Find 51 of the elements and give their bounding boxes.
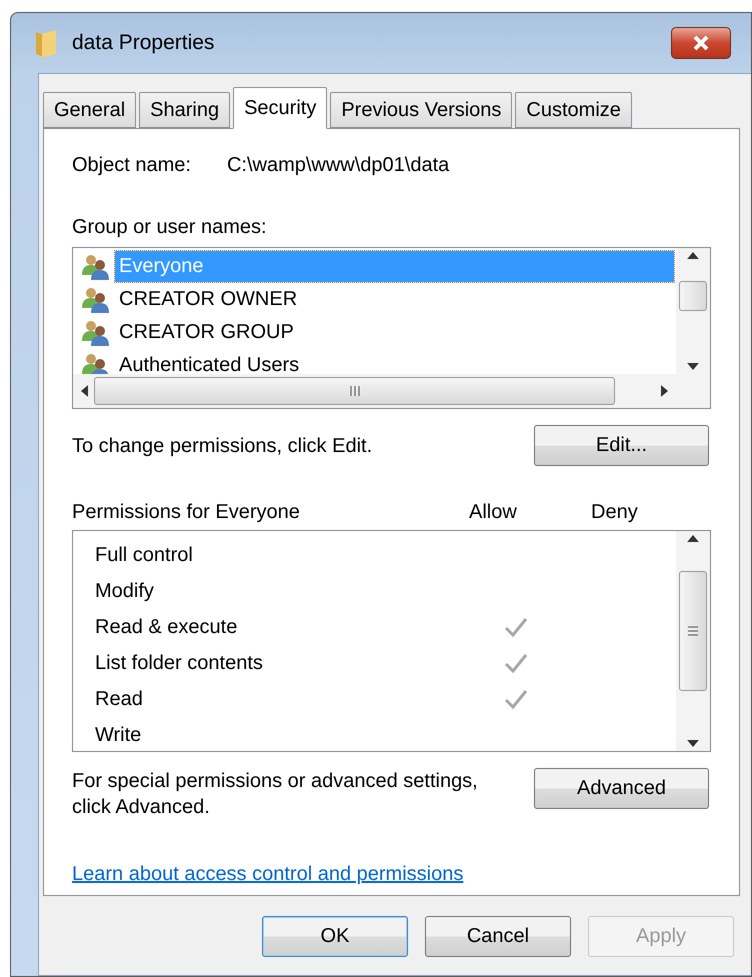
check-icon bbox=[504, 688, 528, 710]
check-icon bbox=[504, 652, 528, 674]
scroll-grip-icon bbox=[348, 385, 360, 397]
tab[interactable]: Customize bbox=[515, 92, 632, 128]
permission-name: Full control bbox=[95, 543, 194, 567]
permission-name: List folder contents bbox=[95, 651, 264, 675]
tab[interactable]: Sharing bbox=[139, 92, 230, 128]
dialog-button[interactable]: Cancel bbox=[425, 916, 571, 957]
advanced-button[interactable]: Advanced bbox=[534, 768, 709, 808]
permission-name: Modify bbox=[95, 579, 155, 603]
scroll-up-icon[interactable] bbox=[687, 252, 699, 259]
close-button[interactable] bbox=[671, 27, 731, 59]
scroll-grip-icon bbox=[687, 625, 699, 637]
dialog-button[interactable]: OK bbox=[262, 916, 408, 957]
window-title: data Properties bbox=[72, 31, 216, 55]
users-icon bbox=[81, 252, 111, 280]
column-header: Allow bbox=[469, 500, 518, 524]
column-header: Deny bbox=[590, 500, 639, 524]
scroll-left-icon[interactable] bbox=[81, 385, 88, 397]
object-name-value: C:\wamp\www\dp01\data bbox=[226, 153, 450, 177]
group-item[interactable]: Authenticated Users bbox=[115, 350, 674, 374]
group-item[interactable]: CREATOR OWNER bbox=[115, 284, 674, 315]
scroll-thumb[interactable] bbox=[679, 281, 707, 311]
horizontal-scrollbar[interactable] bbox=[73, 374, 676, 408]
permission-name: Write bbox=[95, 723, 142, 747]
tab[interactable]: Previous Versions bbox=[330, 92, 512, 128]
check-icon bbox=[504, 616, 528, 638]
tab[interactable]: General bbox=[43, 92, 136, 128]
scroll-up-icon[interactable] bbox=[687, 535, 699, 542]
close-icon bbox=[691, 35, 711, 51]
scroll-down-icon[interactable] bbox=[687, 740, 699, 747]
scroll-down-icon[interactable] bbox=[687, 363, 699, 370]
scroll-right-icon[interactable] bbox=[661, 385, 668, 397]
vertical-scrollbar[interactable] bbox=[676, 531, 710, 751]
users-icon bbox=[81, 286, 111, 314]
permission-name: Read & execute bbox=[95, 615, 238, 639]
edit-hint: To change permissions, click Edit. bbox=[72, 434, 372, 458]
object-name-label: Object name: bbox=[72, 153, 191, 177]
advanced-hint: For special permissions or advanced settings, click Advanced. bbox=[72, 769, 479, 820]
vertical-scrollbar[interactable] bbox=[676, 248, 710, 374]
edit-button[interactable]: Edit... bbox=[534, 425, 709, 466]
help-link[interactable]: Learn about access control and permissions bbox=[72, 862, 464, 886]
users-icon bbox=[81, 318, 111, 346]
scroll-thumb[interactable] bbox=[94, 377, 615, 405]
scroll-thumb[interactable] bbox=[679, 571, 707, 691]
folder-icon bbox=[34, 28, 58, 58]
permission-name: Read bbox=[95, 687, 144, 711]
permissions-title: Permissions for Everyone bbox=[72, 500, 301, 524]
tab[interactable]: Security bbox=[233, 87, 328, 129]
group-item[interactable]: CREATOR GROUP bbox=[115, 317, 674, 348]
group-list-label: Group or user names: bbox=[72, 215, 268, 239]
